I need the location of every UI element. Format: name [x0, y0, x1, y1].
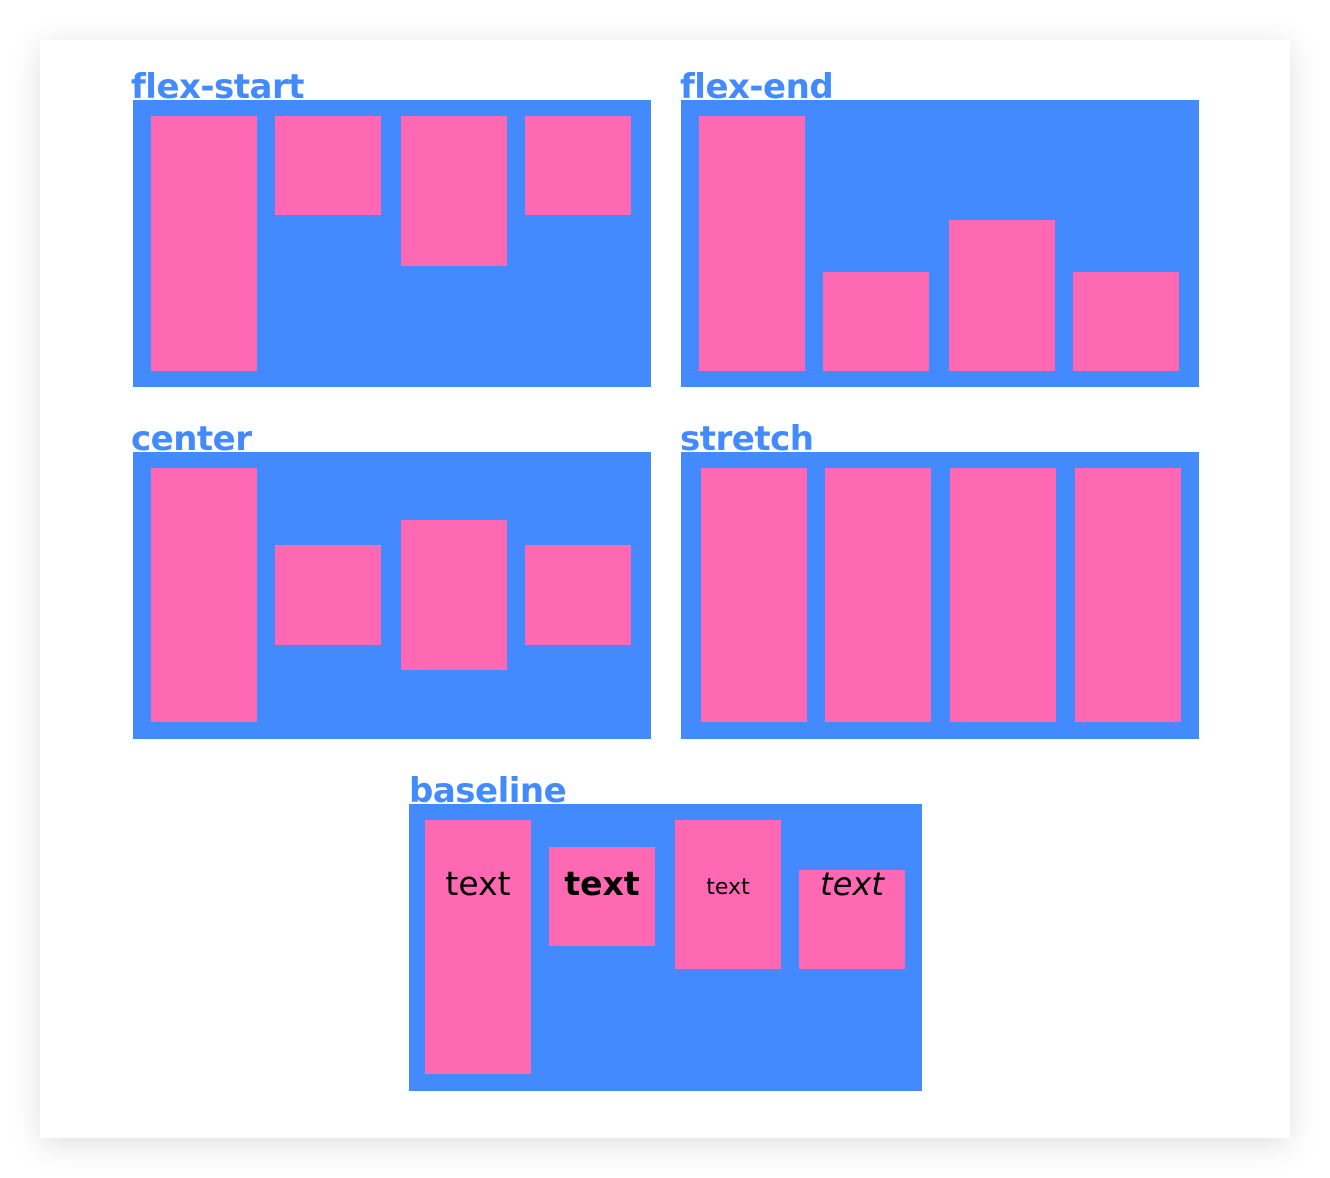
flex-end-container [681, 100, 1199, 387]
flex-start-item-1 [151, 116, 257, 371]
stretch-item-4 [1075, 468, 1181, 722]
stretch-item-1 [701, 468, 807, 722]
stretch-container [681, 452, 1199, 739]
baseline-label: baseline [409, 771, 567, 811]
center-item-1 [151, 468, 257, 722]
baseline-item-2: text [549, 847, 655, 946]
flex-end-item-3 [949, 220, 1055, 371]
baseline-item-3: text [675, 820, 781, 969]
flex-end-item-4 [1073, 272, 1179, 371]
diagram-card: flex-start flex-end center stretch text … [40, 40, 1290, 1138]
baseline-item-1: text [425, 820, 531, 1074]
flex-end-label: flex-end [680, 67, 834, 107]
center-item-2 [275, 545, 381, 645]
flex-start-item-4 [525, 116, 631, 215]
baseline-item-4: text [799, 865, 905, 969]
baseline-item-3-text: text [706, 875, 750, 900]
flex-end-item-1 [699, 116, 805, 371]
stretch-label: stretch [680, 419, 814, 459]
stretch-item-3 [950, 468, 1056, 722]
center-container [133, 452, 651, 739]
flex-start-item-3 [401, 116, 507, 266]
baseline-container: text text text text [409, 804, 922, 1091]
flex-start-label: flex-start [131, 67, 305, 107]
flex-start-item-2 [275, 116, 381, 215]
center-item-3 [401, 520, 507, 670]
stretch-item-2 [825, 468, 931, 722]
baseline-item-1-text: text [445, 864, 511, 903]
baseline-item-2-text: text [564, 864, 640, 903]
flex-start-container [133, 100, 651, 387]
center-label: center [131, 419, 252, 459]
flex-end-item-2 [823, 272, 929, 371]
baseline-item-4-text: text [820, 865, 884, 903]
center-item-4 [525, 545, 631, 645]
